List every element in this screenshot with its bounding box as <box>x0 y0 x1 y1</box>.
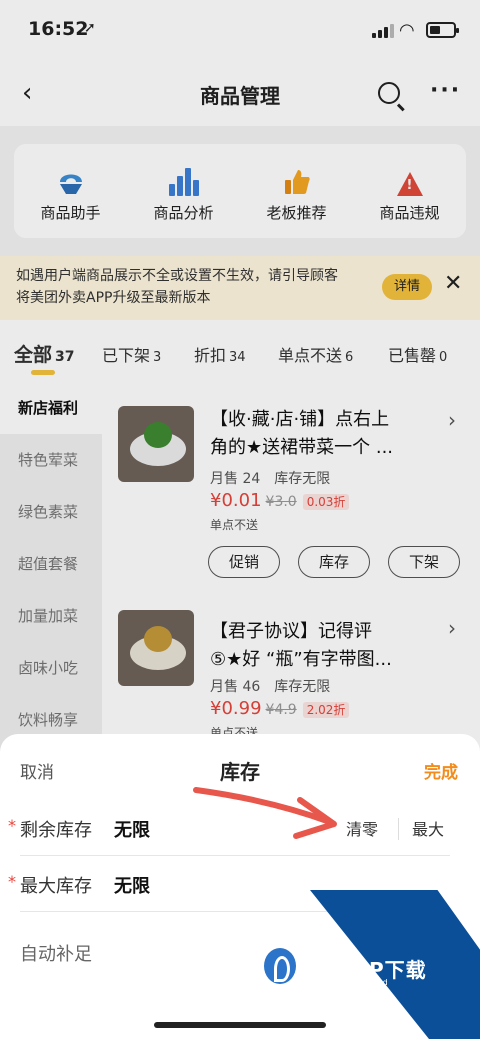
remaining-stock-input[interactable]: 无限 <box>114 816 150 842</box>
max-stock-button[interactable]: 最大 <box>412 816 444 840</box>
watermark-logo: PCPOP下载 PCPOP Download <box>260 944 480 992</box>
auto-replenish-label[interactable]: 自动补足 <box>20 940 92 966</box>
sheet-title: 库存 <box>220 760 260 784</box>
watermark-sub: PCPOP Download <box>306 978 389 987</box>
watermark-logo-icon <box>260 944 300 988</box>
divider <box>398 818 399 840</box>
clear-stock-button[interactable]: 清零 <box>346 816 378 840</box>
home-indicator[interactable] <box>154 1022 326 1028</box>
remaining-stock-label: 剩余库存 <box>20 820 92 841</box>
remaining-stock-row: * 剩余库存 无限 清零 最大 <box>0 800 480 856</box>
product-management-page: 16:52 ➚ ◠ ‹ 商品管理 ··· 商品助手 商品分析 老板推荐 ! 商品… <box>0 0 480 1039</box>
max-stock-label: 最大库存 <box>20 876 92 897</box>
max-stock-input[interactable]: 无限 <box>114 872 150 898</box>
required-mark: * <box>8 872 16 891</box>
done-button[interactable]: 完成 <box>424 758 458 783</box>
required-mark: * <box>8 816 16 835</box>
